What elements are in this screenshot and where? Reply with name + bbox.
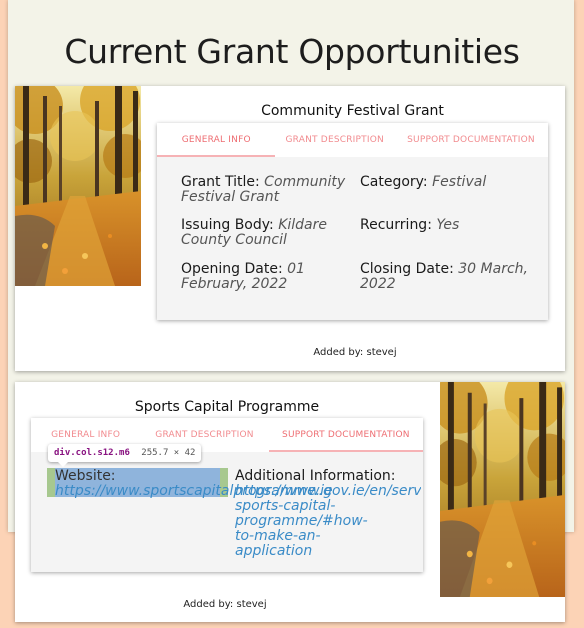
grant-title-field: Grant Title: Community Festival Grant [181,175,351,205]
devtools-padding-highlight [47,468,55,497]
category-value: Festival [432,174,487,190]
autumn-forest-photo-icon [440,382,565,597]
issuing-body-label: Issuing Body: [181,217,274,233]
added-by: Added by: stevej [183,599,267,610]
recurring-value: Yes [436,217,460,233]
grant-card-title: Community Festival Grant [261,103,444,119]
page-title: Current Grant Opportunities [64,32,520,71]
grant-card: Sports Capital Programme GENERAL INFO GR… [15,382,565,622]
tab-support-documentation[interactable]: SUPPORT DOCUMENTATION [394,123,548,157]
added-by: Added by: stevej [313,347,397,358]
recurring-label: Recurring: [360,217,432,233]
tab-support-documentation[interactable]: SUPPORT DOCUMENTATION [268,418,424,452]
tab-general-info[interactable]: GENERAL INFO [157,123,276,157]
devtools-tooltip-dimensions: 255.7 × 42 [141,448,196,458]
grant-tabs-panel: GENERAL INFO GRANT DESCRIPTION SUPPORT D… [157,123,548,320]
autumn-forest-photo-icon [15,86,141,286]
devtools-tooltip-arrow-icon [58,462,68,467]
grant-tabs: GENERAL INFO GRANT DESCRIPTION SUPPORT D… [157,123,548,157]
recurring-field: Recurring: Yes [360,218,535,233]
opening-date-field: Opening Date: 01 February, 2022 [181,262,351,292]
grant-tabs-panel: GENERAL INFO GRANT DESCRIPTION SUPPORT D… [31,418,424,572]
opening-date-label: Opening Date: [181,261,283,277]
additional-info-field: Additional Information: https://www.gov.… [235,469,421,559]
devtools-tooltip-selector: div.col.s12.m6 [54,448,130,458]
category-field: Category: Festival [360,175,535,190]
devtools-tooltip: div.col.s12.m6 255.7 × 42 [48,444,202,462]
additional-info-link[interactable]: https://www.gov.ie/en/service/d sports-c… [235,484,421,559]
closing-date-field: Closing Date: 30 March, 2022 [360,262,535,292]
issuing-body-field: Issuing Body: Kildare County Council [181,218,351,248]
grant-card: Community Festival Grant GENERAL INFO GR… [15,86,565,371]
additional-info-label: Additional Information: [235,469,396,484]
tab-grant-description[interactable]: GRANT DESCRIPTION [275,123,393,157]
grant-title-label: Grant Title: [181,174,260,190]
closing-date-label: Closing Date: [360,261,454,277]
grant-card-title: Sports Capital Programme [134,399,320,415]
category-label: Category: [360,174,428,190]
